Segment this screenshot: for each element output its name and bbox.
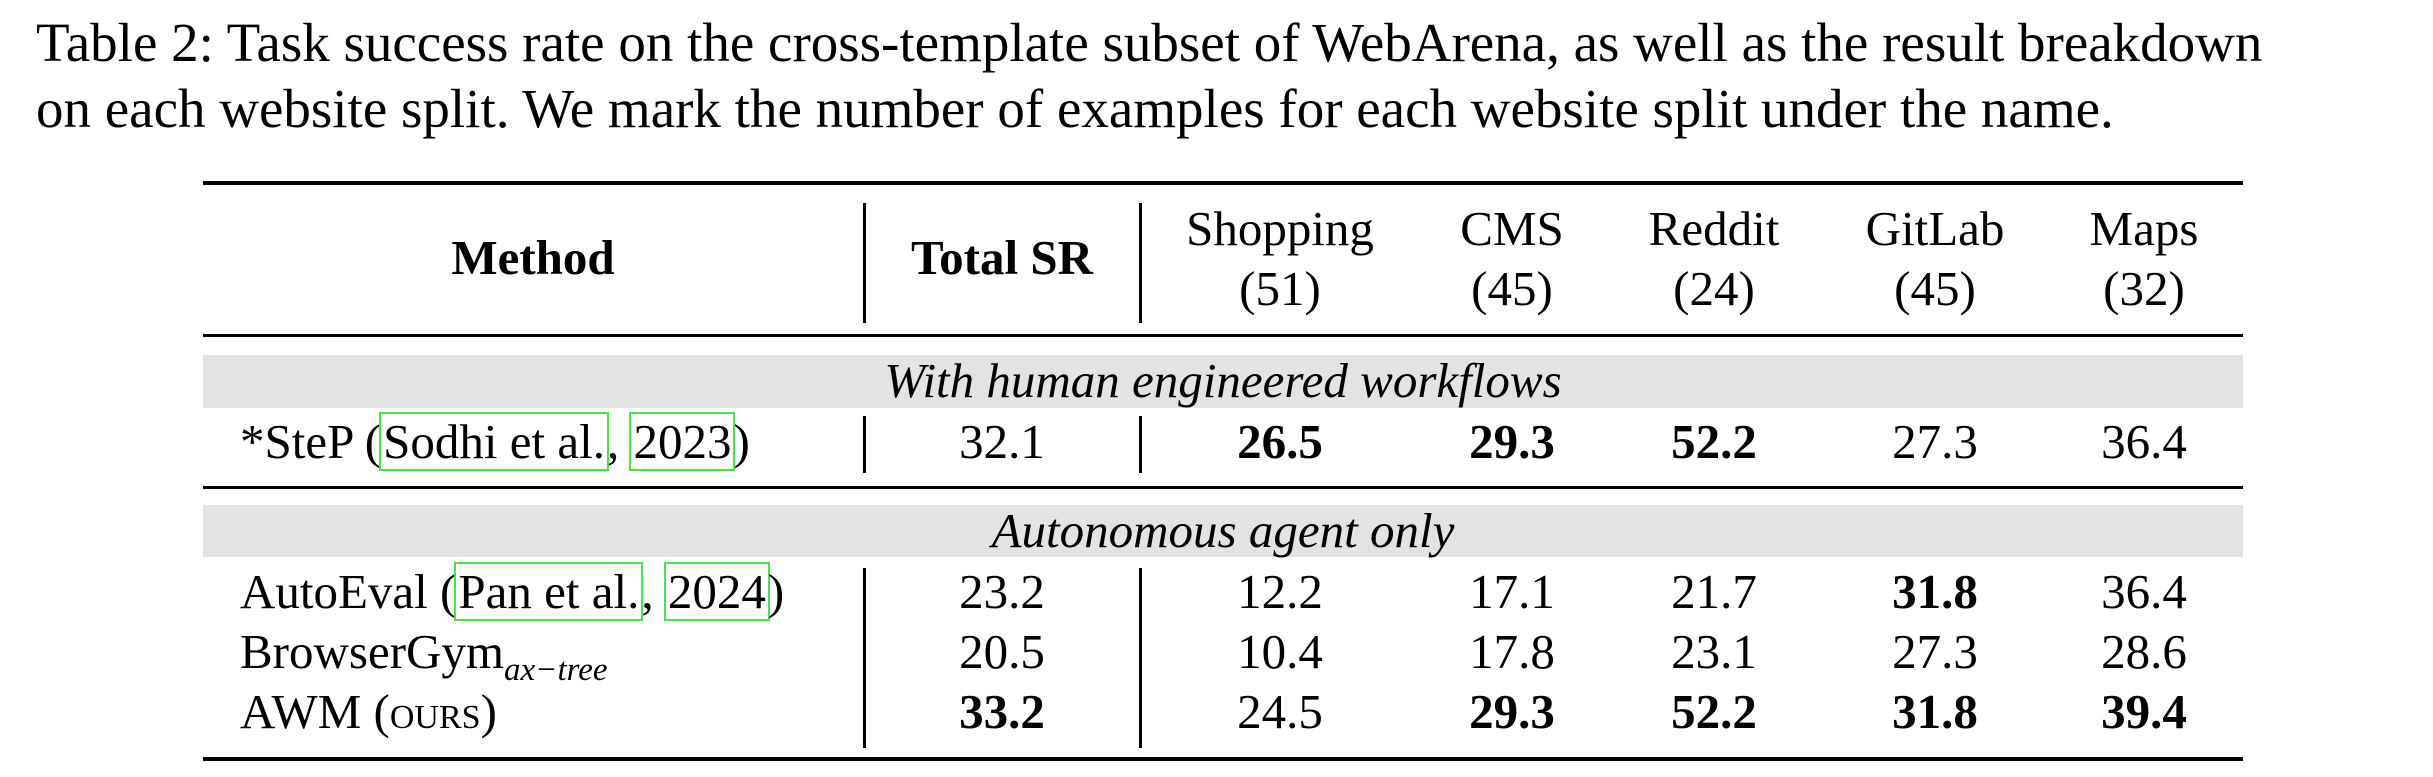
split-value: 36.4 [2101,414,2187,469]
total-sr-value: 20.5 [959,624,1045,679]
header-split-count: (32) [2103,261,2185,316]
split-value: 31.8 [1892,564,1978,619]
citation-link-year[interactable]: 2024 [663,562,770,621]
split-value: 39.4 [2101,684,2187,739]
method-text: AutoEval ( [240,564,457,619]
header-split-name: GitLab [1865,201,2005,256]
citation-separator: , [606,414,632,469]
group-label: Autonomous agent only [991,503,1455,558]
header-split-name: CMS [1460,201,1564,256]
method-separator [863,416,866,473]
method-text: ) [480,684,497,739]
header-split-name: Maps [2089,201,2199,256]
method-subscript: ax−tree [504,652,608,688]
split-value: 21.7 [1671,564,1757,619]
method-name: AutoEval (Pan et al., 2024) [240,562,785,621]
header-split-count: (45) [1894,261,1976,316]
total-separator [1139,568,1142,748]
split-value: 31.8 [1892,684,1978,739]
method-name: *SteP (Sodhi et al., 2023) [240,412,750,471]
split-value: 27.3 [1892,624,1978,679]
table-caption: Table 2: Task success rate on the cross-… [36,10,2416,142]
method-text: *SteP ( [240,414,382,469]
citation-link-author[interactable]: Pan et al. [454,562,644,621]
method-text: AWM ( [240,684,390,739]
caption-line-2: on each website split. We mark the numbe… [36,78,2114,139]
split-value: 29.3 [1469,414,1555,469]
total-sr-value: 33.2 [959,684,1045,739]
method-text: BrowserGym [240,624,505,679]
total-sr-value: 32.1 [959,414,1045,469]
header-method: Method [451,230,615,285]
citation-separator: , [641,564,666,619]
header-rule [203,334,2243,337]
method-text: ) [767,564,785,619]
method-name: AWM (ours) [240,683,497,741]
split-value: 27.3 [1892,414,1978,469]
split-value: 36.4 [2101,564,2187,619]
method-text: ) [733,414,750,469]
split-value: 17.8 [1469,624,1555,679]
total-separator [1139,416,1142,473]
split-value: 24.5 [1237,684,1323,739]
bottom-rule [203,757,2243,761]
total-sr-value: 23.2 [959,564,1045,619]
header-split-count: (24) [1673,261,1755,316]
split-value: 28.6 [2101,624,2187,679]
citation-link-author[interactable]: Sodhi et al. [379,412,609,471]
header-split-name: Reddit [1648,201,1780,256]
header-split-count: (45) [1471,261,1553,316]
group-label: With human engineered workflows [884,353,1562,408]
split-value: 26.5 [1237,414,1323,469]
split-value: 17.1 [1469,564,1555,619]
method-separator [863,203,866,323]
split-value: 12.2 [1237,564,1323,619]
top-rule [203,181,2243,185]
split-value: 52.2 [1671,684,1757,739]
header-total-sr: Total SR [910,230,1094,285]
caption-line-1: Table 2: Task success rate on the cross-… [36,12,2263,73]
split-value: 29.3 [1469,684,1555,739]
group-separator-rule [203,486,2243,489]
header-split-name: Shopping [1186,201,1374,256]
header-split-count: (51) [1239,261,1321,316]
method-separator [863,568,866,748]
citation-link-year[interactable]: 2023 [629,412,736,471]
split-value: 52.2 [1671,414,1757,469]
split-value: 23.1 [1671,624,1757,679]
total-separator [1139,203,1142,323]
split-value: 10.4 [1237,624,1323,679]
method-smallcaps: ours [389,684,481,739]
